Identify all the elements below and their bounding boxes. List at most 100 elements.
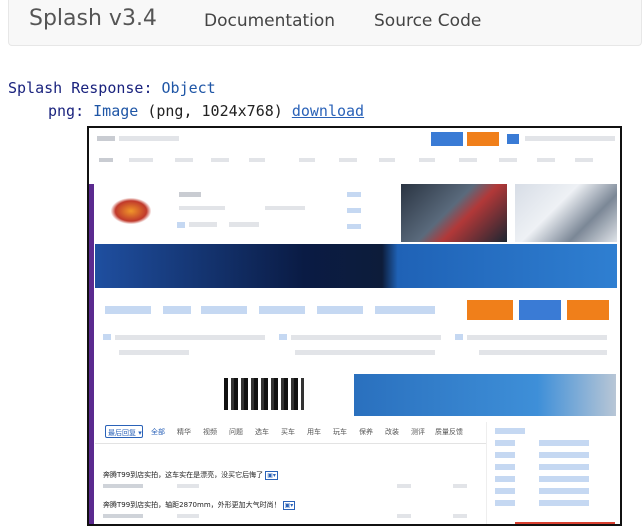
png-info: (png, 1024x768) [147,102,283,120]
news-meta [453,484,467,488]
placeholder-bar [179,206,225,210]
tab-maintenance[interactable]: 保养 [359,427,373,437]
png-line: png: Image (png, 1024x768) download [48,102,364,120]
tab-featured[interactable]: 精华 [177,427,191,437]
tab-modification[interactable]: 改装 [385,427,399,437]
bullet-icon [103,334,111,340]
tab-play-car[interactable]: 玩车 [333,427,347,437]
placeholder-bar [119,136,179,141]
placeholder-bar [115,335,265,340]
image-tag-icon: ▣▾ [265,471,278,480]
tab-choose-car[interactable]: 选车 [255,427,269,437]
tab-use-car[interactable]: 用车 [307,427,321,437]
action-button[interactable] [519,300,561,320]
link-item[interactable] [495,428,525,434]
news-title: 奔腾T99到店实拍，轴距2870mm，外形更加大气时尚！ [103,501,281,509]
link-item[interactable] [495,464,515,470]
response-label: Splash Response: [8,79,153,97]
placeholder-bar [119,350,189,355]
tab-buy-car[interactable]: 买车 [281,427,295,437]
nav-item[interactable] [211,158,229,162]
list-item[interactable]: 奔腾T99到店实拍，轴距2870mm，外形更加大气时尚！ ▣▾ [103,500,296,510]
link-item[interactable] [347,192,361,197]
site-logo [97,136,115,141]
placeholder-bar [467,335,607,340]
link-item[interactable] [375,306,435,314]
ad-banner[interactable] [95,244,617,288]
feature-image[interactable] [515,184,617,242]
promo-strip[interactable] [515,522,615,524]
link-item[interactable] [495,476,515,482]
link-item[interactable] [347,224,361,229]
nav-item[interactable] [419,158,435,162]
link-item[interactable] [317,306,363,314]
news-meta [103,484,143,488]
link-item[interactable] [163,306,191,314]
nav-item[interactable] [129,158,153,162]
sort-select[interactable]: 最后回复 ▾ [105,425,143,438]
tab-review[interactable]: 测评 [411,427,425,437]
link-item[interactable] [347,208,361,213]
tab-video[interactable]: 视频 [203,427,217,437]
nav-item[interactable] [299,158,315,162]
link-item[interactable] [201,306,247,314]
link-item[interactable] [495,500,515,506]
placeholder-bar [525,136,615,141]
action-button[interactable] [567,300,609,320]
list-item[interactable]: 奔腾T99到店实拍，这车实在是漂亮，没买它后悔了 ▣▾ [103,470,278,480]
link-icon[interactable] [177,222,185,228]
ad-logo[interactable] [224,378,304,410]
nav-documentation-link[interactable]: Documentation [204,11,335,31]
link-item[interactable] [539,500,589,506]
nav-item[interactable] [537,158,555,162]
sidebar-stripe [89,184,94,524]
news-meta [177,514,199,518]
brand-logo-image [111,198,151,224]
register-button[interactable] [467,132,499,146]
link-item[interactable] [539,488,589,494]
nav-item[interactable] [99,158,113,162]
link-item[interactable] [495,452,515,458]
app-icon[interactable] [507,134,519,144]
nav-item[interactable] [249,158,265,162]
png-key: png: [48,102,85,120]
link-item[interactable] [495,440,515,446]
feature-image[interactable] [401,184,507,242]
news-meta [453,514,467,518]
response-header: Splash Response: Object [8,79,216,97]
link-item[interactable] [539,464,589,470]
tab-questions[interactable]: 问题 [229,427,243,437]
bullet-icon [279,334,287,340]
right-panel [486,422,616,524]
placeholder-bar [189,222,217,227]
png-type: Image [93,102,139,120]
action-button[interactable] [467,300,513,320]
nav-item[interactable] [379,158,395,162]
download-link[interactable]: download [292,102,364,120]
brand-title[interactable]: Splash v3.4 [29,6,157,31]
tab-quality-feedback[interactable]: 质量反馈 [435,427,463,437]
link-item[interactable] [105,306,151,314]
link-item[interactable] [539,476,589,482]
response-type: Object [161,79,216,97]
link-item[interactable] [539,440,589,446]
bullet-icon [455,334,463,340]
news-meta [397,514,411,518]
placeholder-bar [229,222,259,227]
nav-item[interactable] [459,158,477,162]
link-item[interactable] [495,488,515,494]
navbar: Splash v3.4 Documentation Source Code [8,0,642,46]
nav-item[interactable] [575,158,593,162]
link-item[interactable] [539,452,589,458]
forum-tabs: 最后回复 ▾ 全部 精华 视频 问题 选车 买车 用车 玩车 保养 改装 测评 … [95,422,487,444]
login-button[interactable] [431,132,463,146]
link-item[interactable] [259,306,305,314]
nav-item[interactable] [175,158,193,162]
placeholder-bar [479,350,607,355]
tab-all[interactable]: 全部 [151,427,165,437]
nav-source-code-link[interactable]: Source Code [374,11,481,31]
nav-item[interactable] [339,158,357,162]
nav-item[interactable] [499,158,517,162]
news-title: 奔腾T99到店实拍，这车实在是漂亮，没买它后悔了 [103,471,264,479]
ad-banner[interactable] [354,374,616,416]
